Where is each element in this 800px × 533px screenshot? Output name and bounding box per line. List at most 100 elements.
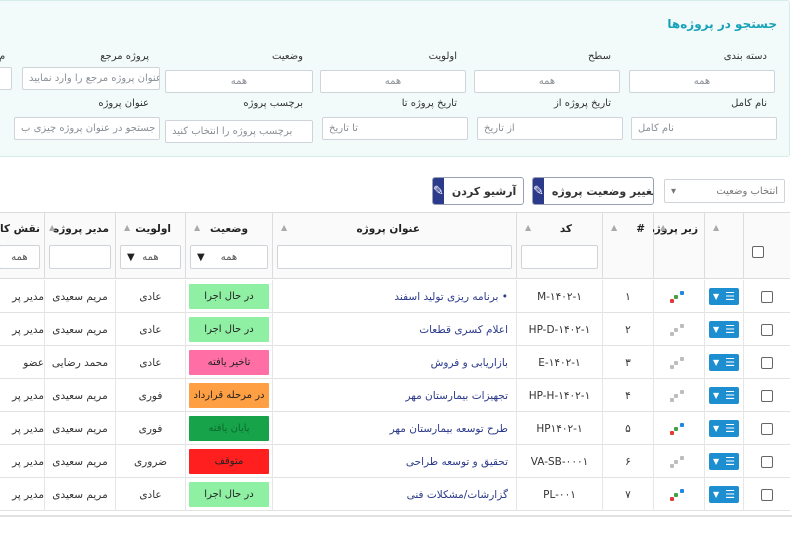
- sort-icon[interactable]: ▲: [49, 223, 55, 232]
- search-title: جستجو در پروژه‌ها: [667, 17, 777, 31]
- row-priority: عادی: [115, 313, 185, 346]
- row-menu-button[interactable]: ▼ ☰: [709, 453, 739, 470]
- table-row[interactable]: ▼ ☰ ۶ VA-SB-۰۰۰۱ تحقیق و توسعه طراحی متو…: [0, 445, 790, 478]
- row-checkbox[interactable]: [761, 422, 773, 435]
- row-role: مدیر پر: [0, 412, 44, 445]
- row-menu-cell: ▼ ☰: [704, 412, 743, 445]
- priority-filter-value: همه: [142, 251, 159, 263]
- row-code: HP-D-۱۴۰۲-۱: [516, 313, 602, 346]
- row-menu-cell: ▼ ☰: [704, 445, 743, 478]
- row-checkbox[interactable]: [761, 455, 773, 468]
- table-row[interactable]: ▼ ☰ ۷ PL-۰۰۱ گزارشات/مشکلات فنی در حال ا…: [0, 478, 790, 511]
- select-all-checkbox[interactable]: [752, 246, 764, 258]
- subproject-icon[interactable]: [670, 356, 688, 370]
- row-menu-button[interactable]: ▼ ☰: [709, 420, 739, 437]
- project-title-input[interactable]: برای جستجو در عنوان پروژه چیزی ب: [14, 117, 160, 140]
- row-title-link[interactable]: تجهیزات بیمارستان مهر: [272, 379, 516, 412]
- sort-icon[interactable]: ▲: [713, 223, 719, 232]
- table-footer-line: [0, 515, 792, 517]
- row-status-cell: در مرحله قرارداد: [185, 379, 272, 412]
- date-to-input[interactable]: تا تاریخ: [322, 117, 468, 140]
- header-priority: اولویت ▲ ▼ همه: [115, 213, 185, 279]
- row-menu-button[interactable]: ▼ ☰: [709, 288, 739, 305]
- table-row[interactable]: ▼ ☰ ۱ M-۱۴۰۲-۱ • برنامه ریزی تولید اسفند…: [0, 280, 790, 313]
- header-index: # ▲: [602, 213, 653, 279]
- date-from-input[interactable]: از تاریخ: [477, 117, 623, 140]
- row-title-link[interactable]: تحقیق و توسعه طراحی: [272, 445, 516, 478]
- sort-icon[interactable]: ▲: [611, 223, 617, 232]
- label-tag: برچسب پروژه: [243, 98, 303, 109]
- cut-input[interactable]: [0, 67, 12, 90]
- tag-select[interactable]: برچسب پروژه را انتخاب کنید: [165, 120, 313, 143]
- status-column-filter[interactable]: ▼ همه: [190, 245, 268, 269]
- change-status-button[interactable]: ✎ تغییر وضعیت پروژه: [532, 177, 654, 205]
- chevron-down-icon: ▼: [713, 457, 720, 466]
- priority-column-filter[interactable]: ▼ همه: [120, 245, 181, 269]
- sort-icon[interactable]: ▲: [194, 223, 200, 232]
- row-checkbox[interactable]: [761, 488, 773, 501]
- manager-filter-input[interactable]: [49, 245, 111, 269]
- header-index-title: #: [636, 223, 645, 235]
- hamburger-icon: ☰: [725, 455, 735, 468]
- row-menu-cell: ▼ ☰: [704, 346, 743, 379]
- status-badge: متوقف: [189, 449, 269, 474]
- status-badge: در مرحله قرارداد: [189, 383, 269, 408]
- subproject-icon[interactable]: [670, 488, 688, 502]
- row-checkbox[interactable]: [761, 389, 773, 402]
- row-status-cell: متوقف: [185, 445, 272, 478]
- status-badge: در حال اجرا: [189, 284, 269, 309]
- row-title-link[interactable]: • برنامه ریزی تولید اسفند: [272, 280, 516, 313]
- row-checkbox[interactable]: [761, 356, 773, 369]
- status-select[interactable]: انتخاب وضعیت ▾: [664, 179, 785, 203]
- row-menu-button[interactable]: ▼ ☰: [709, 486, 739, 503]
- table-row[interactable]: ▼ ☰ ۵ HP۱۴۰۲-۱ طرح توسعه بیمارستان مهر پ…: [0, 412, 790, 445]
- row-code: VA-SB-۰۰۰۱: [516, 445, 602, 478]
- hamburger-icon: ☰: [725, 422, 735, 435]
- row-priority: عادی: [115, 478, 185, 511]
- level-select[interactable]: همه: [474, 70, 620, 93]
- row-index: ۶: [602, 445, 653, 478]
- priority-select[interactable]: همه: [320, 70, 466, 93]
- row-title-link[interactable]: گزارشات/مشکلات فنی: [272, 478, 516, 511]
- row-title-link[interactable]: بازاریابی و فروش: [272, 346, 516, 379]
- row-priority: ضروری: [115, 445, 185, 478]
- category-select[interactable]: همه: [629, 70, 775, 93]
- sort-icon[interactable]: ▲: [525, 223, 531, 232]
- subproject-icon[interactable]: [670, 290, 688, 304]
- header-title: عنوان پروژه ▲: [272, 213, 516, 279]
- row-select-cell: [743, 346, 790, 379]
- table-row[interactable]: ▼ ☰ ۲ HP-D-۱۴۰۲-۱ اعلام کسری قطعات در حا…: [0, 313, 790, 346]
- subproject-icon[interactable]: [670, 323, 688, 337]
- row-index: ۵: [602, 412, 653, 445]
- chevron-down-icon: ▼: [197, 251, 205, 263]
- table-row[interactable]: ▼ ☰ ۴ HP-H-۱۴۰۲-۱ تجهیزات بیمارستان مهر …: [0, 379, 790, 412]
- sort-icon[interactable]: ▲: [660, 223, 666, 232]
- title-filter-input[interactable]: [277, 245, 512, 269]
- row-checkbox[interactable]: [761, 290, 773, 303]
- table-row[interactable]: ▼ ☰ ۳ E-۱۴۰۲-۱ بازاریابی و فروش تاخیر یا…: [0, 346, 790, 379]
- status-filter-select[interactable]: همه: [165, 70, 313, 93]
- row-menu-cell: ▼ ☰: [704, 280, 743, 313]
- subproject-icon[interactable]: [670, 422, 688, 436]
- chevron-down-icon: ▼: [713, 391, 720, 400]
- row-menu-button[interactable]: ▼ ☰: [709, 321, 739, 338]
- sort-icon[interactable]: ▲: [124, 223, 130, 232]
- subproject-icon[interactable]: [670, 455, 688, 469]
- row-title-link[interactable]: اعلام کسری قطعات: [272, 313, 516, 346]
- full-name-input[interactable]: نام کامل: [631, 117, 777, 140]
- row-menu-button[interactable]: ▼ ☰: [709, 354, 739, 371]
- sort-icon[interactable]: ▲: [281, 223, 287, 232]
- row-checkbox[interactable]: [761, 323, 773, 336]
- row-menu-cell: ▼ ☰: [704, 478, 743, 511]
- row-menu-button[interactable]: ▼ ☰: [709, 387, 739, 404]
- ref-project-input[interactable]: عنوان پروژه مرجع را وارد نمایید: [22, 67, 160, 90]
- archive-button[interactable]: ✎ آرشیو کردن: [432, 177, 524, 205]
- row-title-link[interactable]: طرح توسعه بیمارستان مهر: [272, 412, 516, 445]
- header-subproject: زیر پروژه ▲: [649, 213, 704, 279]
- projects-table: ▲ زیر پروژه ▲ # ▲ کد ▲ عنوان پروژه ▲ وضع…: [0, 212, 790, 513]
- subproject-icon[interactable]: [670, 389, 688, 403]
- code-filter-input[interactable]: [521, 245, 598, 269]
- header-code: کد ▲: [516, 213, 602, 279]
- search-panel: جستجو در پروژه‌ها دسته بندی سطح اولویت و…: [0, 0, 790, 157]
- role-column-filter[interactable]: همه: [0, 245, 40, 269]
